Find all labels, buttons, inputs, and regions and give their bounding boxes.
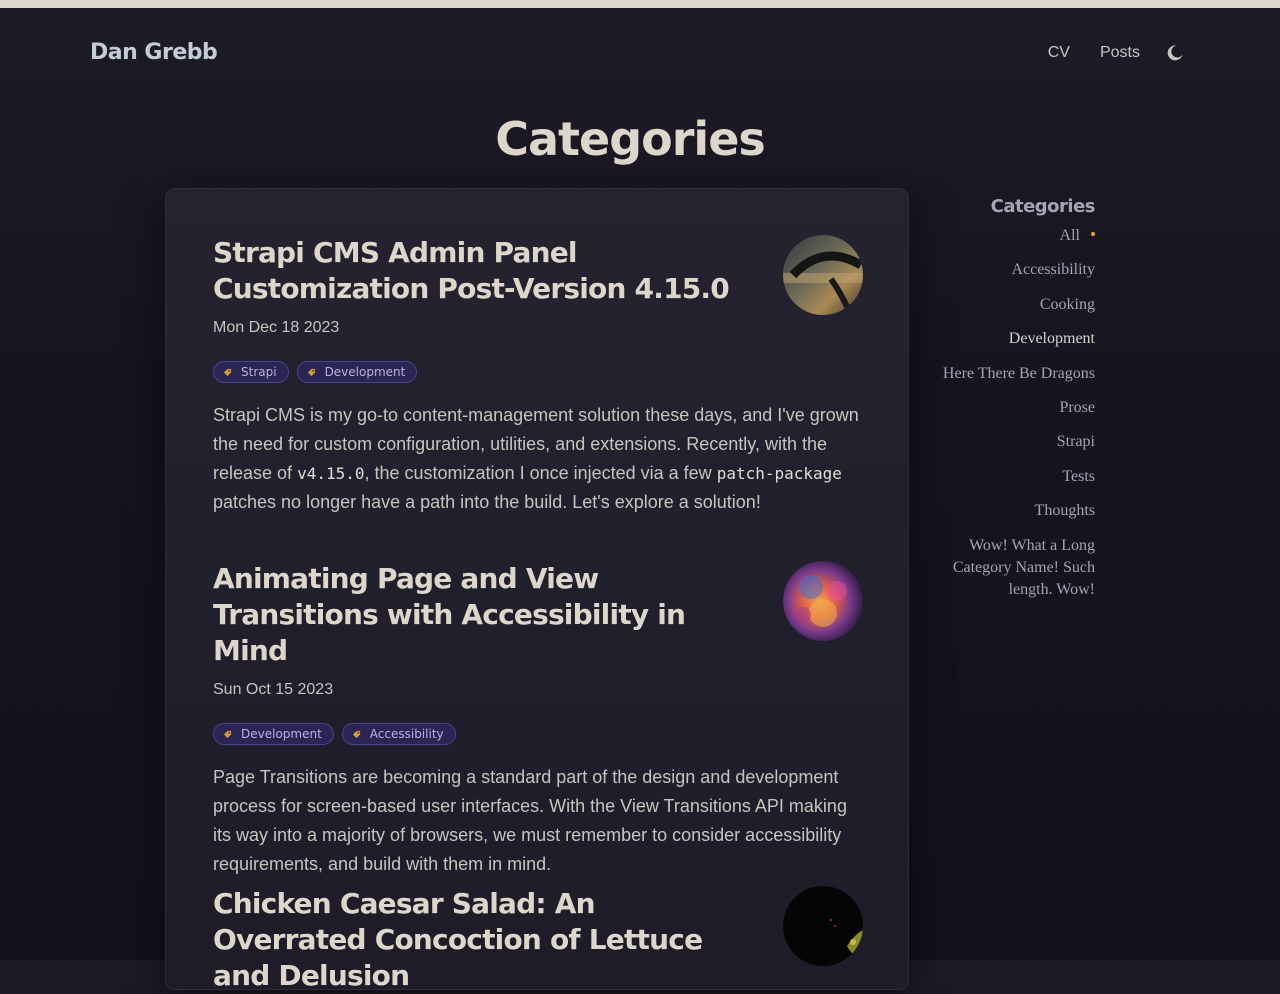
post-excerpt: Strapi CMS is my go-to content-managemen… (213, 401, 863, 517)
steering-wheel-photo (783, 235, 863, 315)
excerpt-text: , the customization I once injected via … (364, 463, 717, 483)
post-excerpt: Page Transitions are becoming a standard… (213, 767, 847, 874)
tag-icon (352, 730, 360, 738)
current-indicator-dot (1091, 232, 1095, 237)
post-date: Mon Dec 18 2023 (213, 319, 340, 336)
tag-accessibility[interactable]: Accessibility (341, 723, 456, 745)
categories-sidebar: Categories All Accessibility Cooking Dev… (916, 196, 1096, 601)
post-thumbnail[interactable] (783, 886, 863, 966)
nav-link-posts[interactable]: Posts (1100, 44, 1140, 62)
top-accent-bar (0, 0, 1280, 8)
main-nav: CV Posts (1018, 44, 1184, 62)
post-item: Strapi CMS Admin Panel Customization Pos… (213, 235, 863, 517)
sidebar-heading: Categories (990, 196, 1096, 217)
inline-code: v4.15.0 (297, 464, 365, 483)
tag-label: Development (241, 727, 322, 741)
category-link-long-name[interactable]: Wow! What a Long Category Name! Such len… (916, 535, 1095, 601)
category-link-all[interactable]: All (916, 225, 1095, 247)
category-link-tests[interactable]: Tests (916, 466, 1095, 488)
tag-icon (307, 368, 315, 376)
post-title-link[interactable]: Strapi CMS Admin Panel Customization Pos… (213, 235, 753, 307)
dark-salad-photo (783, 886, 863, 966)
post-tags: Development Accessibility (213, 723, 863, 745)
category-link-prose[interactable]: Prose (916, 397, 1095, 419)
moon-icon[interactable] (1166, 44, 1184, 62)
post-thumbnail[interactable] (783, 235, 863, 315)
nav-link-cv[interactable]: CV (1048, 44, 1070, 62)
tag-label: Development (324, 365, 406, 379)
inline-code: patch-package (716, 464, 842, 483)
tag-development[interactable]: Development (296, 361, 418, 383)
post-tags: Strapi Development (213, 361, 863, 383)
posts-card: Strapi CMS Admin Panel Customization Pos… (165, 188, 909, 992)
post-title-link[interactable]: Chicken Caesar Salad: An Overrated Conco… (213, 886, 753, 994)
tag-icon (223, 368, 232, 376)
category-link-thoughts[interactable]: Thoughts (916, 500, 1095, 522)
category-link-here-there-be-dragons[interactable]: Here There Be Dragons (916, 363, 1095, 385)
category-link-accessibility[interactable]: Accessibility (916, 259, 1095, 281)
category-link-strapi[interactable]: Strapi (916, 431, 1095, 453)
post-thumbnail[interactable] (783, 561, 863, 641)
tag-development[interactable]: Development (213, 723, 334, 745)
category-link-cooking[interactable]: Cooking (916, 294, 1095, 316)
tag-icon (223, 730, 232, 738)
category-label: All (1059, 227, 1080, 244)
post-item: Chicken Caesar Salad: An Overrated Conco… (213, 886, 863, 994)
post-item: Animating Page and View Transitions with… (213, 561, 863, 879)
excerpt-text: patches no longer have a path into the b… (213, 492, 761, 512)
tag-label: Accessibility (369, 727, 444, 741)
category-link-development[interactable]: Development (916, 328, 1095, 350)
site-title-link[interactable]: Dan Grebb (90, 40, 218, 65)
tag-strapi[interactable]: Strapi (213, 361, 289, 383)
post-date: Sun Oct 15 2023 (213, 681, 334, 698)
colorful-smoke-photo (783, 561, 863, 641)
page-title: Categories (495, 112, 766, 166)
tag-label: Strapi (241, 365, 277, 379)
post-title-link[interactable]: Animating Page and View Transitions with… (213, 561, 753, 669)
